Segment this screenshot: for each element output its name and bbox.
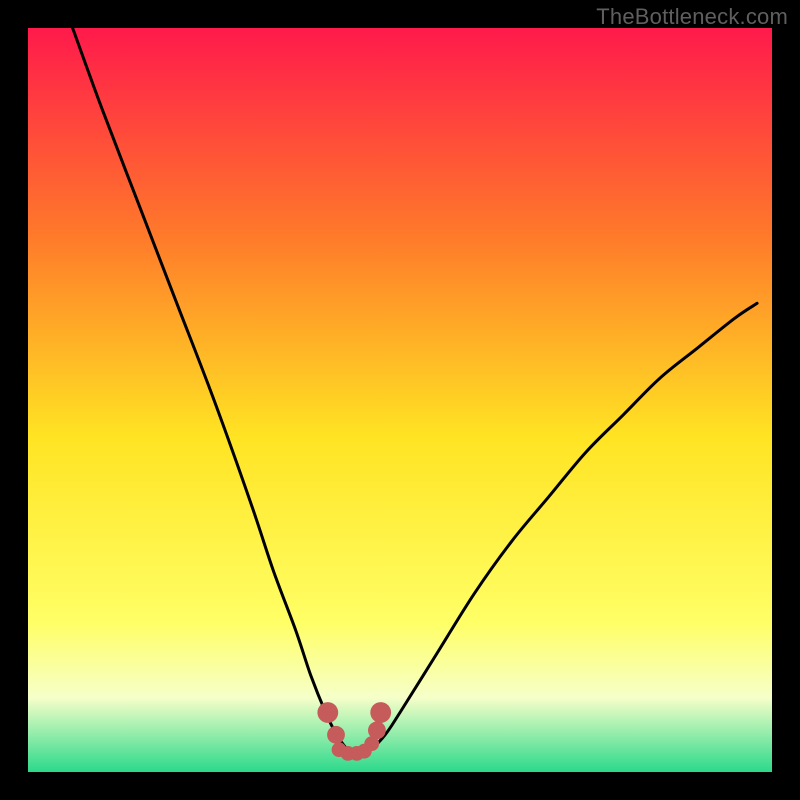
bottleneck-chart xyxy=(28,28,772,772)
valley-marker xyxy=(317,702,338,723)
valley-marker xyxy=(327,726,345,744)
app-frame: TheBottleneck.com xyxy=(0,0,800,800)
chart-svg xyxy=(28,28,772,772)
watermark-text: TheBottleneck.com xyxy=(596,4,788,30)
valley-marker xyxy=(368,721,386,739)
chart-background-gradient xyxy=(28,28,772,772)
valley-marker xyxy=(370,702,391,723)
